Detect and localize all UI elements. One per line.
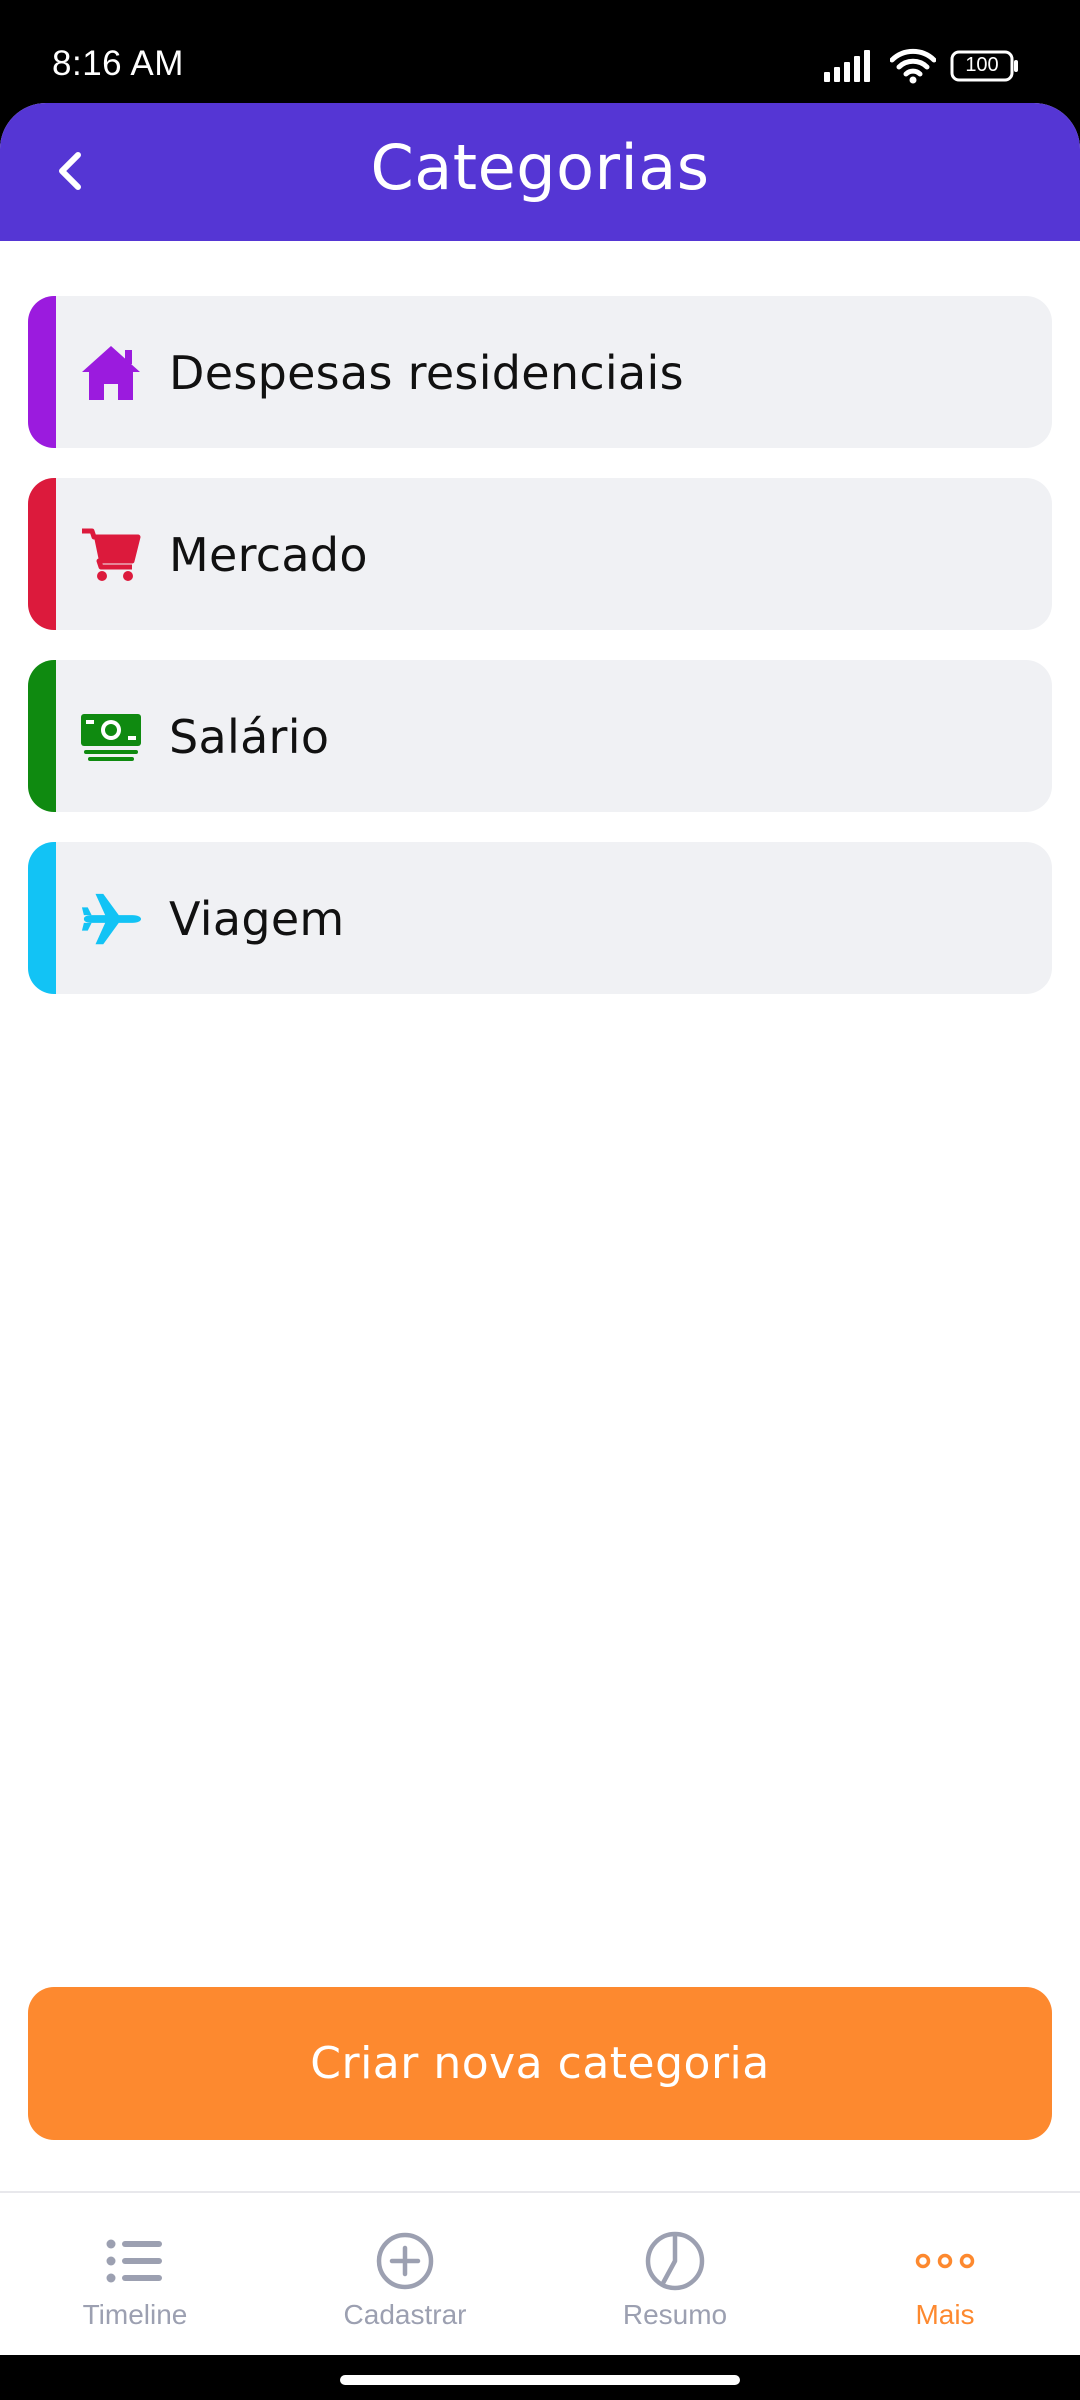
status-time: 8:16 AM (52, 44, 184, 83)
nav-label: Timeline (82, 2299, 188, 2330)
cart-icon (80, 524, 142, 586)
battery-level: 100 (965, 54, 999, 76)
pie-chart-icon (640, 2231, 710, 2291)
category-item-despesas-residenciais[interactable]: Despesas residenciais (28, 296, 1052, 448)
wifi-icon (890, 48, 936, 84)
nav-item-timeline[interactable]: Timeline (0, 2193, 270, 2355)
nav-label: Cadastrar (343, 2299, 467, 2330)
category-label: Mercado (169, 528, 368, 582)
create-category-button[interactable]: Criar nova categoria (28, 1987, 1052, 2140)
plus-circle-icon (370, 2231, 440, 2291)
bottom-nav: Timeline Cadastrar Resumo Mais (0, 2191, 1080, 2355)
category-label: Viagem (169, 892, 345, 946)
category-color-stripe (28, 660, 56, 812)
money-icon (80, 706, 142, 768)
category-item-viagem[interactable]: Viagem (28, 842, 1052, 994)
signal-icon (824, 50, 876, 82)
nav-item-mais[interactable]: Mais (810, 2193, 1080, 2355)
category-color-stripe (28, 296, 56, 448)
system-home-bar (0, 2355, 1080, 2400)
header: Categorias (0, 103, 1080, 241)
nav-item-cadastrar[interactable]: Cadastrar (270, 2193, 540, 2355)
page-title: Categorias (370, 131, 710, 204)
category-label: Despesas residenciais (169, 346, 684, 400)
category-list: Despesas residenciais Mercado Salário Vi… (28, 296, 1052, 1024)
battery-icon: 100 (950, 50, 1020, 82)
status-bar: 8:16 AM 100 (0, 0, 1080, 103)
home-icon (80, 342, 142, 404)
nav-item-resumo[interactable]: Resumo (540, 2193, 810, 2355)
category-color-stripe (28, 842, 56, 994)
category-color-stripe (28, 478, 56, 630)
app-surface: Categorias Despesas residenciais Mercado… (0, 103, 1080, 2355)
list-icon (100, 2231, 170, 2291)
category-item-mercado[interactable]: Mercado (28, 478, 1052, 630)
category-label: Salário (169, 710, 330, 764)
nav-label: Mais (915, 2299, 975, 2330)
phone-screen: 8:16 AM 100 Categorias Despesas residenc… (0, 0, 1080, 2400)
more-dots-icon (910, 2231, 980, 2291)
home-indicator[interactable] (340, 2375, 740, 2385)
category-item-salario[interactable]: Salário (28, 660, 1052, 812)
status-icons: 100 (824, 46, 1020, 86)
plane-icon (80, 888, 142, 950)
nav-label: Resumo (622, 2299, 728, 2330)
